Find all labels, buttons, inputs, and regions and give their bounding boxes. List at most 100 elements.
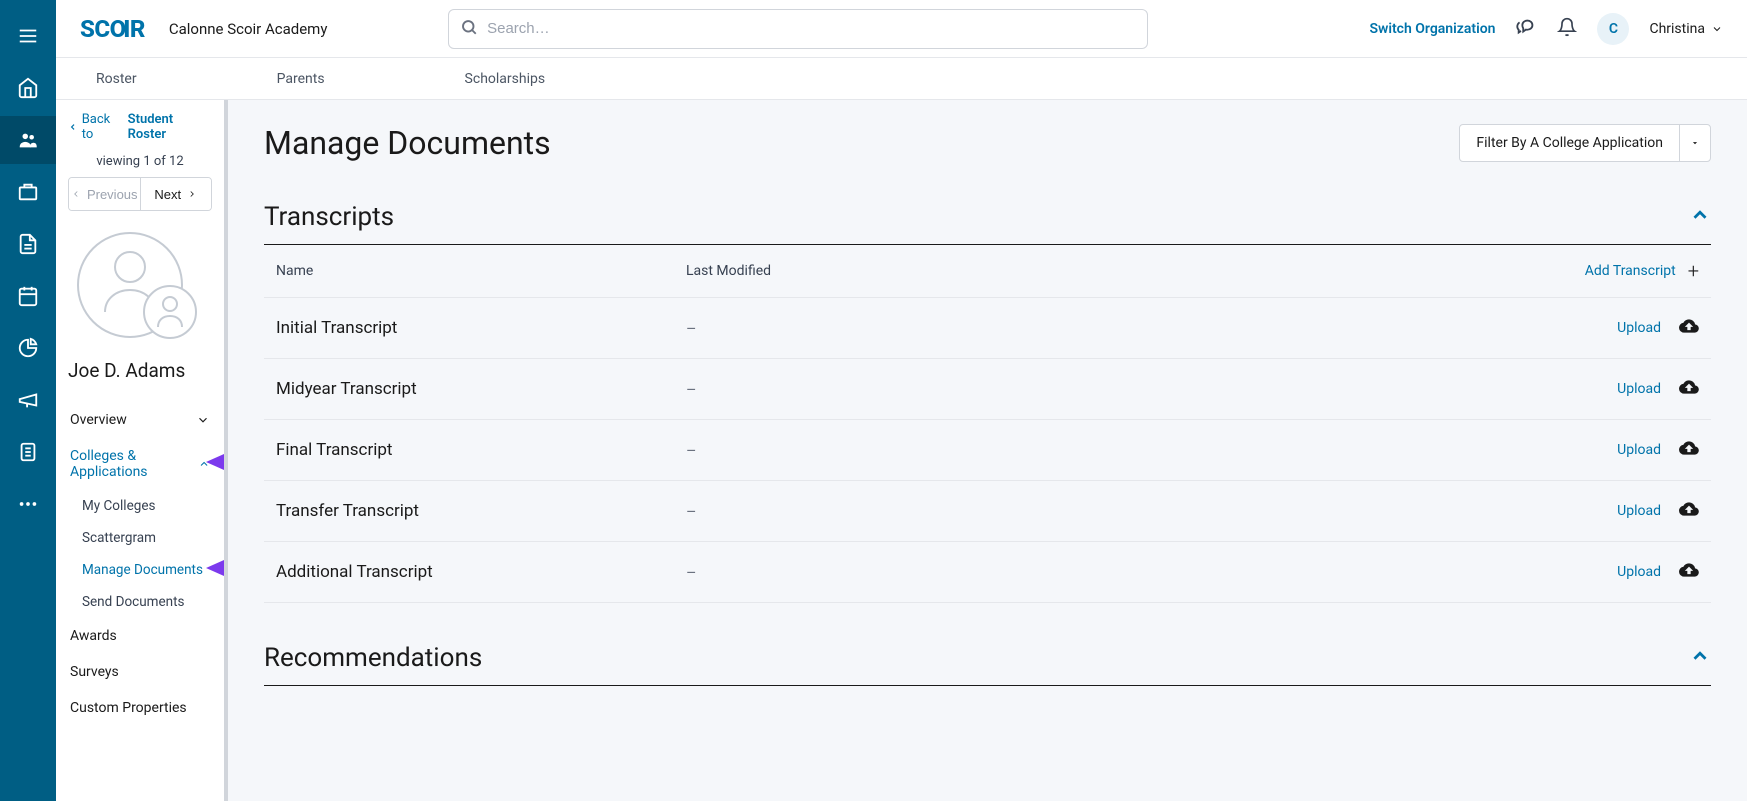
- back-prefix: Back to: [82, 112, 124, 142]
- user-avatar[interactable]: C: [1597, 13, 1629, 45]
- row-modified: –: [686, 380, 1617, 399]
- student-name: Joe D. Adams: [56, 359, 224, 402]
- cloud-upload-icon: [1679, 377, 1699, 401]
- row-modified: –: [686, 319, 1617, 338]
- caret-down-icon: [1679, 125, 1710, 161]
- chart-icon[interactable]: [0, 324, 56, 372]
- collapse-icon[interactable]: [1689, 645, 1711, 671]
- add-transcript-label: Add Transcript: [1585, 263, 1676, 279]
- back-target: Student Roster: [128, 112, 212, 142]
- pager: Previous Next: [68, 177, 212, 211]
- upload-button[interactable]: Upload: [1617, 442, 1661, 458]
- manage-documents-label: Manage Documents: [82, 562, 203, 578]
- recommendations-title: Recommendations: [264, 643, 482, 673]
- sidebar-awards[interactable]: Awards: [64, 618, 216, 654]
- cloud-upload-icon: [1679, 499, 1699, 523]
- table-row: Final Transcript – Upload: [264, 420, 1711, 481]
- document-icon[interactable]: [0, 220, 56, 268]
- clipboard-icon[interactable]: [0, 428, 56, 476]
- transcripts-section: Transcripts Name Last Modified Add Trans…: [264, 202, 1711, 603]
- back-to-roster[interactable]: Back to Student Roster: [56, 100, 224, 150]
- sidebar-custom-properties[interactable]: Custom Properties: [64, 690, 216, 726]
- filter-label: Filter By A College Application: [1460, 135, 1679, 151]
- row-name: Initial Transcript: [276, 318, 686, 338]
- table-row: Transfer Transcript – Upload: [264, 481, 1711, 542]
- sidebar-surveys[interactable]: Surveys: [64, 654, 216, 690]
- colleges-apps-label: Colleges & Applications: [70, 448, 198, 480]
- table-row: Additional Transcript – Upload: [264, 542, 1711, 603]
- chat-icon[interactable]: [1515, 16, 1537, 42]
- prev-label: Previous: [87, 187, 138, 202]
- previous-button[interactable]: Previous: [69, 178, 141, 210]
- transcripts-title: Transcripts: [264, 202, 394, 232]
- next-button[interactable]: Next: [141, 178, 212, 210]
- profile-avatar-icon: [75, 227, 205, 347]
- upload-button[interactable]: Upload: [1617, 503, 1661, 519]
- table-header: Name Last Modified Add Transcript +: [264, 245, 1711, 298]
- cloud-upload-icon: [1679, 560, 1699, 584]
- col-modified: Last Modified: [686, 263, 1585, 279]
- calendar-icon[interactable]: [0, 272, 56, 320]
- col-name: Name: [276, 263, 686, 279]
- chevron-down-icon: [1711, 23, 1723, 35]
- row-modified: –: [686, 502, 1617, 521]
- secondary-nav: Roster Parents Scholarships: [56, 58, 1747, 100]
- chevron-down-icon: [196, 413, 210, 427]
- megaphone-icon[interactable]: [0, 376, 56, 424]
- chevron-left-icon: [71, 189, 81, 199]
- user-name-label: Christina: [1649, 21, 1705, 37]
- nav-scholarships[interactable]: Scholarships: [465, 71, 546, 87]
- more-icon[interactable]: [0, 480, 56, 528]
- search-box: [448, 9, 1148, 49]
- annotation-arrow-icon: [206, 556, 228, 584]
- upload-button[interactable]: Upload: [1617, 381, 1661, 397]
- row-name: Additional Transcript: [276, 562, 686, 582]
- viewing-label: viewing 1 of 12: [56, 150, 224, 177]
- collapse-icon[interactable]: [1689, 204, 1711, 230]
- page-title: Manage Documents: [264, 124, 551, 162]
- row-name: Midyear Transcript: [276, 379, 686, 399]
- search-input[interactable]: [448, 9, 1148, 49]
- org-name: Calonne Scoir Academy: [169, 20, 328, 38]
- plus-icon: +: [1688, 259, 1699, 283]
- user-menu[interactable]: Christina: [1649, 21, 1723, 37]
- sidebar-my-colleges[interactable]: My Colleges: [64, 490, 216, 522]
- sidebar-colleges-applications[interactable]: Colleges & Applications: [64, 438, 216, 490]
- sidebar-overview[interactable]: Overview: [64, 402, 216, 438]
- menu-toggle-icon[interactable]: [0, 12, 56, 60]
- sidebar-manage-documents[interactable]: Manage Documents: [64, 554, 216, 586]
- chevron-left-icon: [68, 122, 78, 132]
- search-icon: [460, 18, 478, 40]
- icon-rail: [0, 0, 56, 801]
- main-content: Manage Documents Filter By A College App…: [228, 100, 1747, 801]
- nav-parents[interactable]: Parents: [277, 71, 325, 87]
- nav-roster[interactable]: Roster: [96, 71, 137, 87]
- chevron-right-icon: [187, 189, 197, 199]
- bell-icon[interactable]: [1557, 17, 1577, 41]
- filter-button[interactable]: Filter By A College Application: [1459, 124, 1711, 162]
- switch-organization-link[interactable]: Switch Organization: [1369, 21, 1495, 37]
- upload-button[interactable]: Upload: [1617, 564, 1661, 580]
- sidebar-scattergram[interactable]: Scattergram: [64, 522, 216, 554]
- row-name: Transfer Transcript: [276, 501, 686, 521]
- next-label: Next: [154, 187, 181, 202]
- row-name: Final Transcript: [276, 440, 686, 460]
- add-transcript-button[interactable]: Add Transcript +: [1585, 259, 1699, 283]
- top-header: SCOIR Calonne Scoir Academy Switch Organ…: [56, 0, 1747, 58]
- recommendations-section: Recommendations: [264, 643, 1711, 686]
- table-row: Initial Transcript – Upload: [264, 298, 1711, 359]
- logo[interactable]: SCOIR: [80, 15, 145, 43]
- sidebar-send-documents[interactable]: Send Documents: [64, 586, 216, 618]
- upload-button[interactable]: Upload: [1617, 320, 1661, 336]
- student-sidebar: Back to Student Roster viewing 1 of 12 P…: [56, 100, 228, 801]
- row-modified: –: [686, 441, 1617, 460]
- row-modified: –: [686, 563, 1617, 582]
- annotation-arrow-icon: [206, 450, 228, 478]
- table-row: Midyear Transcript – Upload: [264, 359, 1711, 420]
- overview-label: Overview: [70, 412, 127, 428]
- home-icon[interactable]: [0, 64, 56, 112]
- cloud-upload-icon: [1679, 438, 1699, 462]
- people-icon[interactable]: [0, 116, 56, 164]
- cloud-upload-icon: [1679, 316, 1699, 340]
- building-icon[interactable]: [0, 168, 56, 216]
